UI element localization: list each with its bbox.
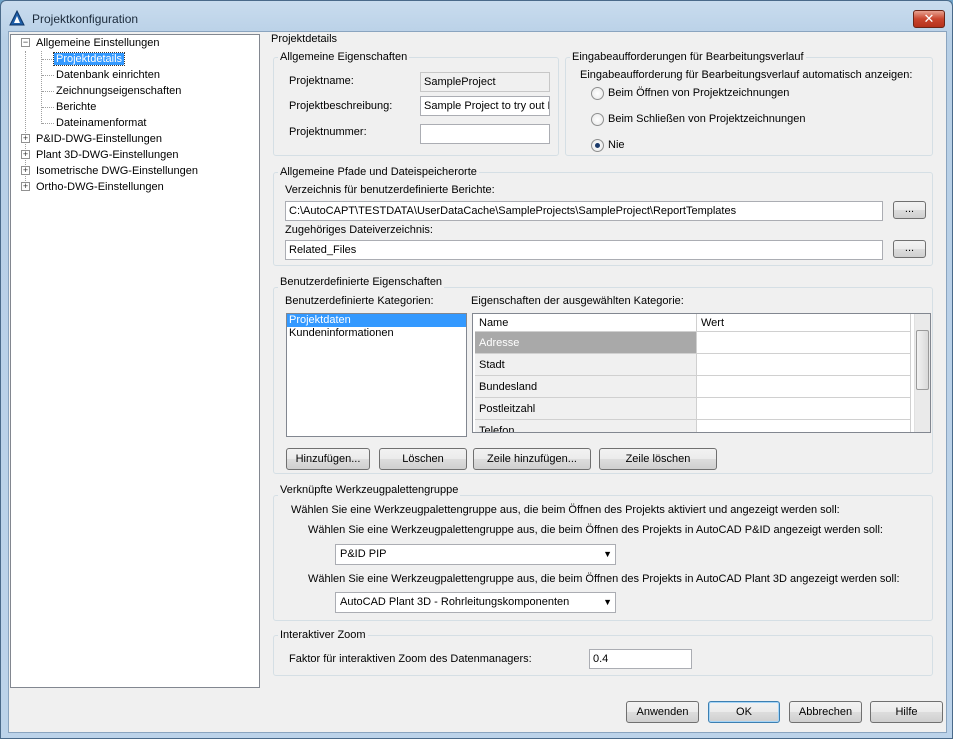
help-button[interactable]: Hilfe [870, 701, 943, 723]
grid-row-value[interactable] [697, 332, 911, 354]
tree-item-label: P&ID-DWG-Einstellungen [36, 133, 162, 145]
project-description-label: Projektbeschreibung: [289, 100, 393, 112]
grid-row-value[interactable] [697, 354, 911, 376]
grid-row-name[interactable]: Bundesland [475, 376, 697, 398]
pid-palette-label: Wählen Sie eine Werkzeugpalettengruppe a… [308, 524, 883, 536]
related-dir-label: Zugehöriges Dateiverzeichnis: [285, 224, 433, 236]
tree-item-label: Ortho-DWG-Einstellungen [36, 181, 164, 193]
tree-item-berichte[interactable]: Berichte [56, 99, 96, 115]
paths-title: Allgemeine Pfade und Dateispeicherorte [278, 166, 479, 178]
plant-palette-value: AutoCAD Plant 3D - Rohrleitungskomponent… [340, 596, 570, 608]
tree-item-label: Isometrische DWG-Einstellungen [36, 165, 199, 177]
properties-grid[interactable]: Name Wert Adresse Stadt Bundesland Postl… [472, 313, 931, 433]
plant-palette-select[interactable]: AutoCAD Plant 3D - Rohrleitungskomponent… [335, 592, 616, 613]
expand-icon[interactable]: + [21, 182, 30, 191]
grid-row-value[interactable] [697, 420, 911, 432]
interactive-zoom-title: Interaktiver Zoom [278, 629, 368, 641]
tool-palette-intro: Wählen Sie eine Werkzeugpalettengruppe a… [291, 504, 840, 516]
project-description-field[interactable]: Sample Project to try out F [420, 96, 550, 116]
tree-item-label: Plant 3D-DWG-Einstellungen [36, 149, 179, 161]
category-properties-label: Eigenschaften der ausgewählten Kategorie… [471, 295, 684, 307]
tree-item-label: Projektdetails [52, 52, 126, 66]
grid-header-value[interactable]: Wert [697, 314, 911, 332]
reports-dir-label: Verzeichnis für benutzerdefinierte Beric… [285, 184, 495, 196]
dialog-client: − Allgemeine Einstellungen Projektdetail… [8, 31, 947, 733]
window-title: Projektkonfiguration [32, 12, 139, 26]
close-icon: ✕ [923, 11, 935, 26]
add-row-button[interactable]: Zeile hinzufügen... [473, 448, 591, 470]
tree-item-projektdetails[interactable]: Projektdetails [52, 51, 126, 67]
related-dir-browse-button[interactable]: ... [893, 240, 926, 258]
radio-never[interactable] [591, 139, 604, 152]
project-number-label: Projektnummer: [289, 126, 367, 138]
cancel-button[interactable]: Abbrechen [789, 701, 862, 723]
collapse-icon[interactable]: − [21, 38, 30, 47]
tree-line [42, 59, 54, 60]
tree-item-label: Zeichnungseigenschaften [56, 85, 182, 97]
reports-dir-field[interactable]: C:\AutoCAPT\TESTDATA\UserDataCache\Sampl… [285, 201, 883, 221]
tree-item-zeichnungseigenschaften[interactable]: Zeichnungseigenschaften [56, 83, 181, 99]
panel-title: Projektdetails [271, 33, 338, 45]
custom-categories-label: Benutzerdefinierte Kategorien: [285, 295, 434, 307]
radio-on-open[interactable] [591, 87, 604, 100]
tree-line [42, 123, 54, 124]
category-item[interactable]: Kundeninformationen [287, 327, 466, 340]
delete-row-button[interactable]: Zeile löschen [599, 448, 717, 470]
chevron-down-icon: ▼ [603, 549, 612, 559]
add-category-button[interactable]: Hinzufügen... [286, 448, 370, 470]
tree-item-dateinamenformat[interactable]: Dateinamenformat [56, 115, 147, 131]
grid-row-name[interactable]: Stadt [475, 354, 697, 376]
zoom-factor-label: Faktor für interaktiven Zoom des Datenma… [289, 653, 532, 665]
tree-item-label: Dateinamenformat [56, 117, 147, 129]
tree-line [42, 75, 54, 76]
ok-button[interactable]: OK [708, 701, 780, 723]
title-bar[interactable]: Projektkonfiguration ✕ [1, 1, 952, 35]
expand-icon[interactable]: + [21, 166, 30, 175]
related-dir-field[interactable]: Related_Files [285, 240, 883, 260]
pid-palette-select[interactable]: P&ID PIP ▼ [335, 544, 616, 565]
radio-on-open-label[interactable]: Beim Öffnen von Projektzeichnungen [608, 87, 789, 100]
grid-row-name[interactable]: Postleitzahl [475, 398, 697, 420]
plant-palette-label: Wählen Sie eine Werkzeugpalettengruppe a… [308, 573, 900, 585]
delete-category-button[interactable]: Löschen [379, 448, 467, 470]
tree-item-label: Datenbank einrichten [56, 69, 160, 81]
grid-row-name[interactable]: Adresse [475, 332, 697, 354]
tree-line [41, 51, 42, 124]
tree-item-datenbank[interactable]: Datenbank einrichten [56, 67, 160, 83]
general-properties-title: Allgemeine Eigenschaften [278, 51, 410, 63]
grid-row-name[interactable]: Telefon [475, 420, 697, 432]
project-name-label: Projektname: [289, 75, 354, 87]
project-name-field[interactable]: SampleProject [420, 72, 550, 92]
scrollbar-thumb[interactable] [916, 330, 929, 390]
grid-scrollbar[interactable] [914, 314, 930, 432]
dialog-window: Projektkonfiguration ✕ − Allgemeine Eins… [0, 0, 953, 739]
custom-properties-title: Benutzerdefinierte Eigenschaften [278, 276, 445, 288]
edit-history-question: Eingabeaufforderung für Bearbeitungsverl… [580, 69, 913, 81]
reports-dir-browse-button[interactable]: ... [893, 201, 926, 219]
close-button[interactable]: ✕ [913, 10, 945, 28]
categories-list[interactable]: Projektdaten Kundeninformationen [286, 313, 467, 437]
grid-row-value[interactable] [697, 376, 911, 398]
tree-item-label: Berichte [56, 101, 97, 113]
tree-item-label: Allgemeine Einstellungen [36, 37, 160, 49]
grid-row-value[interactable] [697, 398, 911, 420]
apply-button[interactable]: Anwenden [626, 701, 699, 723]
radio-on-close[interactable] [591, 113, 604, 126]
edit-history-prompts-title: Eingabeaufforderungen für Bearbeitungsve… [570, 51, 806, 63]
grid-header-name[interactable]: Name [475, 314, 697, 332]
pid-palette-value: P&ID PIP [340, 548, 387, 560]
tree-line [42, 107, 54, 108]
tool-palette-title: Verknüpfte Werkzeugpalettengruppe [278, 484, 461, 496]
expand-icon[interactable]: + [21, 150, 30, 159]
settings-tree[interactable]: − Allgemeine Einstellungen Projektdetail… [10, 34, 260, 688]
project-number-field[interactable] [420, 124, 550, 144]
zoom-factor-field[interactable]: 0.4 [589, 649, 692, 669]
category-item[interactable]: Projektdaten [287, 314, 466, 327]
autocad-logo-icon [9, 10, 25, 26]
chevron-down-icon: ▼ [603, 597, 612, 607]
radio-on-close-label[interactable]: Beim Schließen von Projektzeichnungen [608, 113, 806, 126]
radio-never-label[interactable]: Nie [608, 139, 625, 152]
tree-line [42, 91, 54, 92]
expand-icon[interactable]: + [21, 134, 30, 143]
